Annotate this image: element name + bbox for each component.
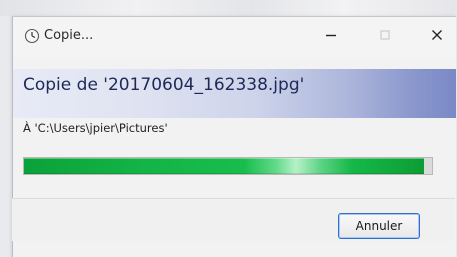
- progress-fill: [24, 158, 424, 174]
- close-icon: [430, 27, 444, 46]
- minimize-icon: [324, 27, 338, 46]
- destination-label: À 'C:\Users\jpier\Pictures': [23, 121, 168, 135]
- title-bar[interactable]: Copie...: [13, 17, 456, 57]
- copy-heading: Copie de '20170604_162338.jpg': [23, 75, 305, 95]
- cancel-button[interactable]: Annuler: [338, 213, 420, 239]
- close-button[interactable]: [424, 25, 450, 47]
- minimize-button[interactable]: [318, 25, 344, 47]
- window-title: Copie...: [44, 28, 94, 43]
- background-strip: [0, 0, 457, 16]
- clock-icon: [24, 28, 40, 44]
- progress-bar: [23, 157, 433, 175]
- maximize-button: [372, 25, 398, 47]
- maximize-icon: [378, 27, 392, 46]
